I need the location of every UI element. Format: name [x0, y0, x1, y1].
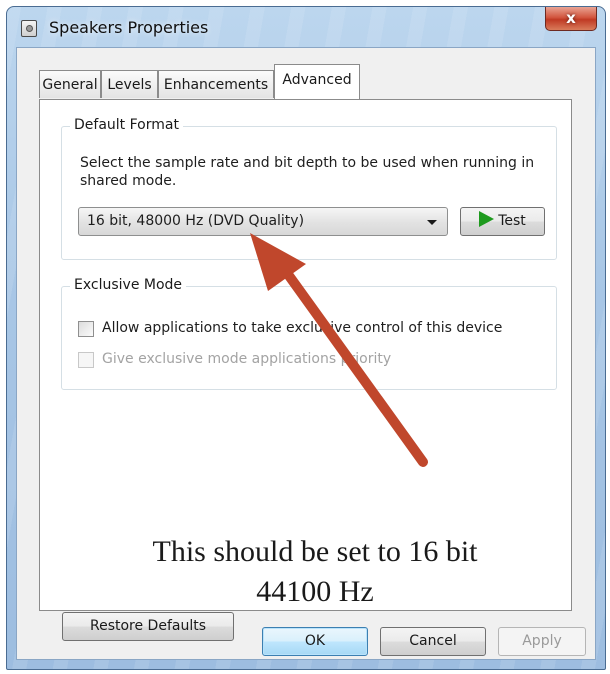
allow-exclusive-control-label: Allow applications to take exclusive con…	[102, 320, 503, 336]
tab-advanced[interactable]: Advanced	[274, 64, 360, 99]
annotation-line-2: 44100 Hz	[256, 575, 374, 608]
ok-button[interactable]: OK	[262, 627, 368, 656]
default-format-description: Select the sample rate and bit depth to …	[80, 155, 535, 189]
restore-defaults-button[interactable]: Restore Defaults	[62, 612, 234, 641]
tab-label: Advanced	[282, 72, 352, 88]
default-format-group: Default Format Select the sample rate an…	[61, 117, 557, 260]
exclusive-mode-group: Exclusive Mode Allow applications to tak…	[61, 277, 557, 390]
sample-format-dropdown[interactable]: 16 bit, 48000 Hz (DVD Quality)	[78, 207, 448, 236]
title-bar[interactable]: Speakers Properties x	[7, 7, 605, 47]
speaker-properties-icon	[21, 20, 37, 37]
cancel-label: Cancel	[409, 633, 457, 649]
close-icon: x	[566, 9, 576, 27]
annotation-text: This should be set to 16 bit 44100 Hz	[150, 532, 480, 612]
apply-label: Apply	[522, 633, 562, 649]
tab-label: Levels	[107, 77, 152, 93]
cancel-button[interactable]: Cancel	[380, 627, 486, 656]
apply-button: Apply	[498, 627, 586, 656]
exclusive-priority-label: Give exclusive mode applications priorit…	[102, 351, 392, 367]
speakers-properties-window: Speakers Properties x General Levels Enh…	[6, 6, 606, 670]
exclusive-priority-checkbox	[78, 352, 94, 368]
allow-exclusive-control-checkbox[interactable]	[78, 321, 94, 337]
tab-label: Enhancements	[163, 77, 269, 93]
test-button-label: Test	[498, 213, 526, 229]
play-icon	[479, 211, 495, 227]
close-button[interactable]: x	[545, 7, 597, 31]
test-button[interactable]: Test	[460, 207, 545, 236]
restore-defaults-label: Restore Defaults	[89, 618, 207, 634]
tab-general[interactable]: General	[39, 70, 101, 98]
advanced-tab-panel: Default Format Select the sample rate an…	[39, 99, 572, 641]
chevron-down-icon	[427, 220, 437, 225]
ok-label: OK	[304, 633, 326, 649]
annotation-line-1: This should be set to 16 bit	[152, 535, 478, 568]
sample-format-value: 16 bit, 48000 Hz (DVD Quality)	[87, 213, 305, 229]
tab-levels[interactable]: Levels	[101, 70, 158, 98]
window-title: Speakers Properties	[49, 18, 209, 37]
exclusive-mode-title: Exclusive Mode	[70, 277, 187, 293]
default-format-title: Default Format	[70, 117, 183, 133]
tab-label: General	[42, 77, 98, 93]
dialog-client-area: General Levels Enhancements Advanced Def…	[16, 47, 596, 660]
tab-enhancements[interactable]: Enhancements	[158, 70, 274, 98]
